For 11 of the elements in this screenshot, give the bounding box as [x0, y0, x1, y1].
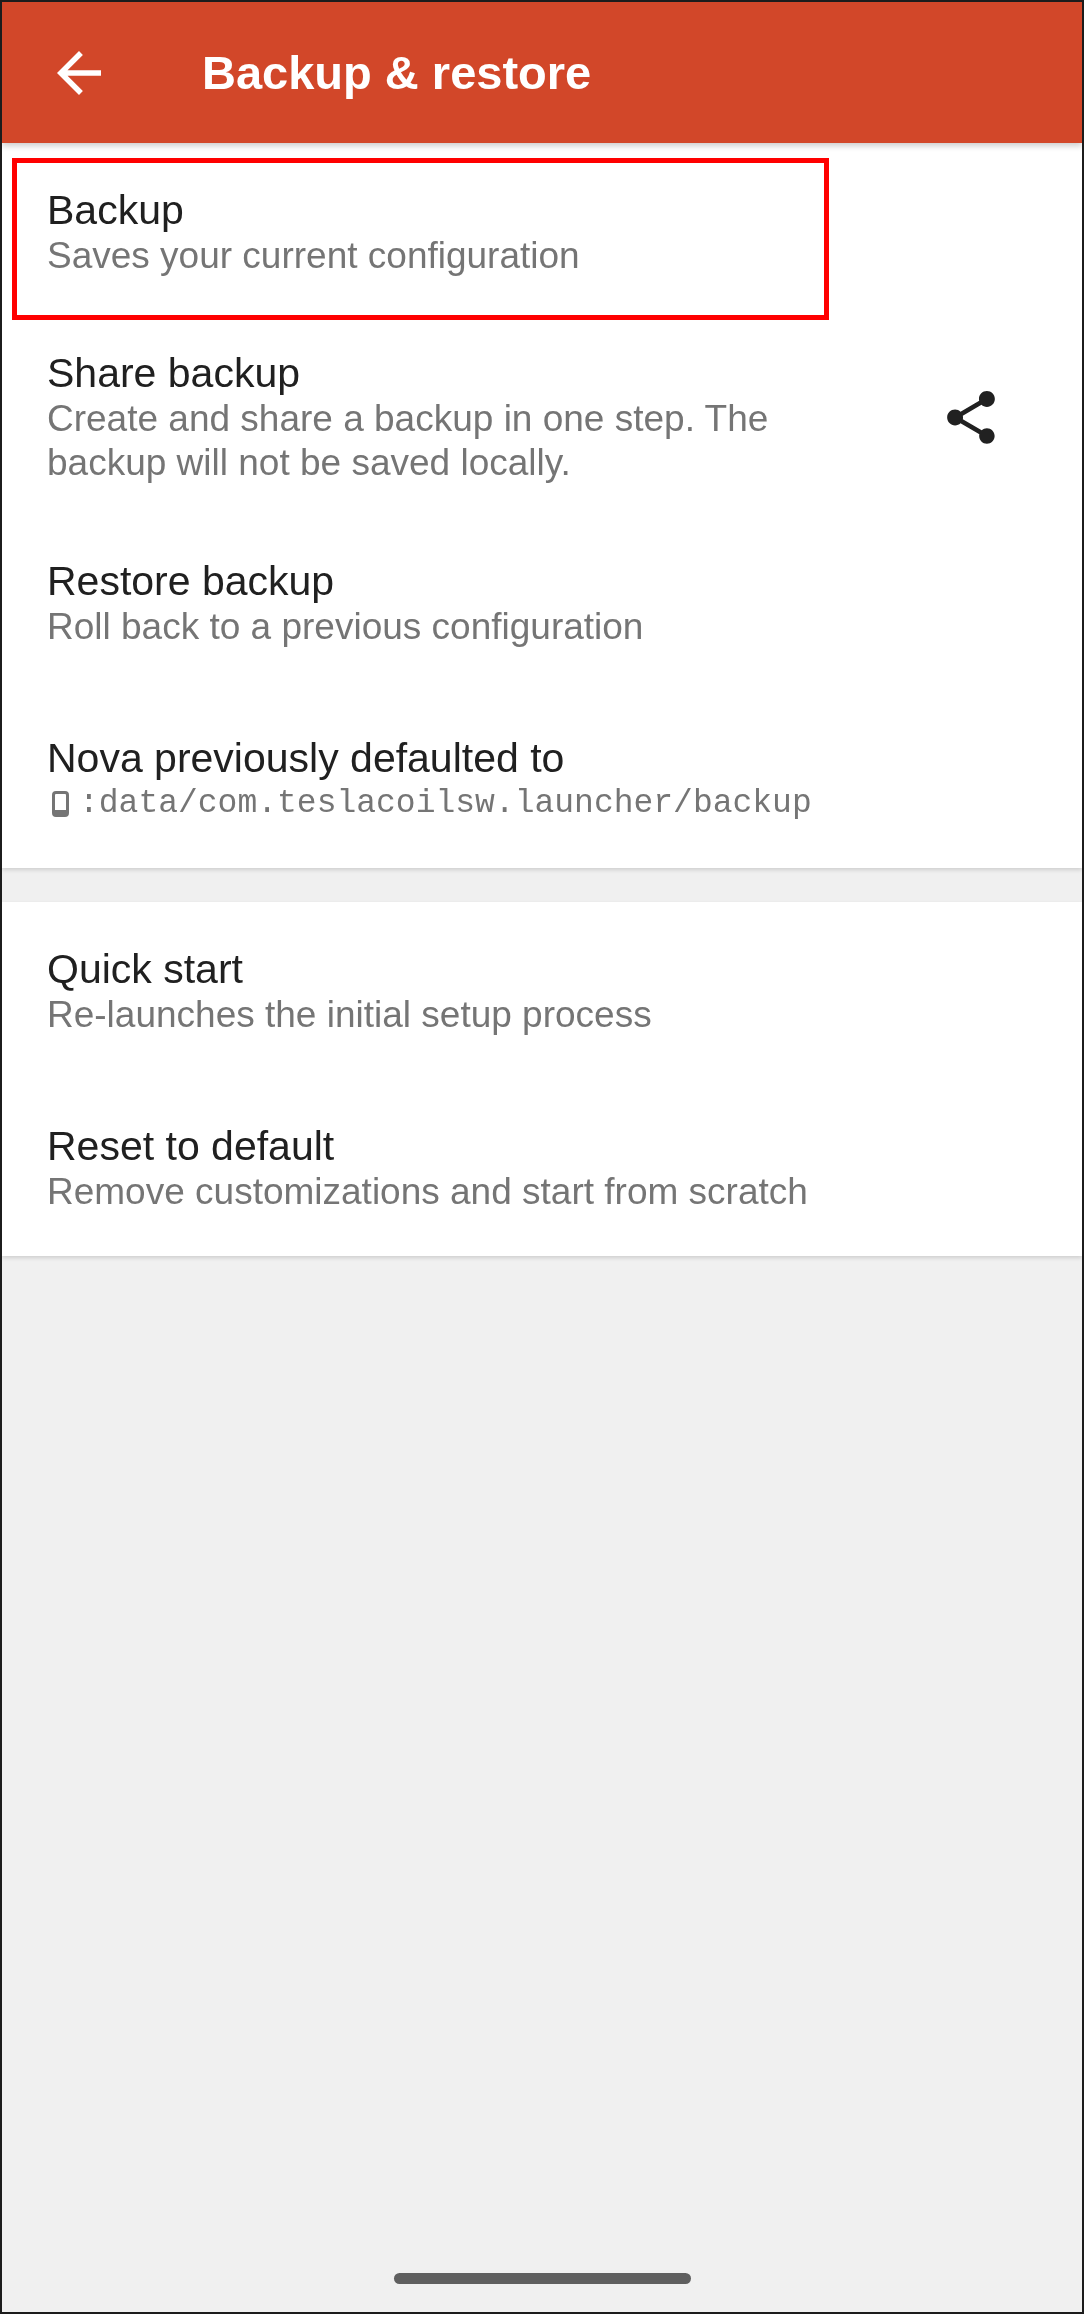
- settings-item[interactable]: Quick start Re-launches the initial setup process: [2, 902, 1082, 1079]
- settings-item[interactable]: Backup Saves your current configuration: [2, 143, 1082, 320]
- settings-item[interactable]: Nova previously defaulted to :data/com.teslacoilsw.launcher/backup: [2, 691, 1082, 868]
- phone-icon: [52, 790, 69, 817]
- screen-title: Backup & restore: [202, 44, 592, 101]
- share-icon: [947, 390, 995, 444]
- settings-item[interactable]: Restore backup Roll back to a previous configuration: [2, 514, 1082, 691]
- settings-item[interactable]: Share backup Create and share a backup in one step. The backup will not be saved locally.: [2, 320, 1082, 514]
- back-button[interactable]: [57, 50, 101, 95]
- settings-item[interactable]: Reset to default Remove customizations and start from scratch: [2, 1079, 1082, 1256]
- back-arrow-icon: [57, 50, 101, 95]
